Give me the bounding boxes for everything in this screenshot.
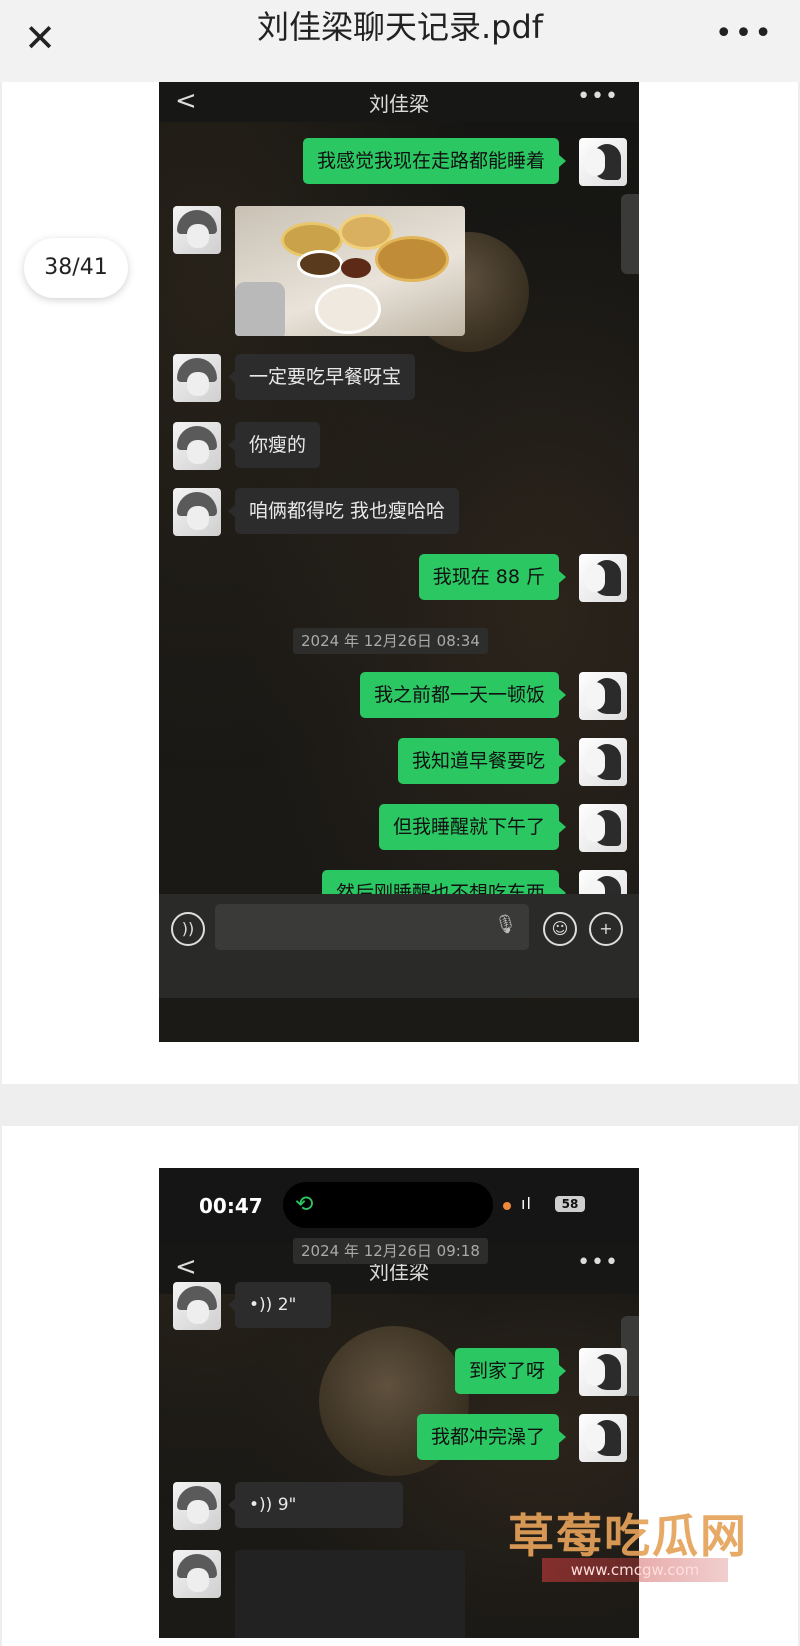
voice-message[interactable]: •)) 9" <box>228 1482 403 1528</box>
contact-avatar[interactable] <box>173 422 221 470</box>
message-bubble[interactable]: 我知道早餐要吃 <box>397 738 567 784</box>
my-avatar[interactable] <box>579 738 627 786</box>
my-avatar[interactable] <box>579 672 627 720</box>
message-bubble[interactable]: 咱俩都得吃 我也瘦哈哈 <box>227 488 460 534</box>
emoji-icon[interactable]: ☺ <box>543 912 577 946</box>
message-bubble[interactable]: 我都冲完澡了 <box>416 1414 567 1460</box>
status-time: 00:47 <box>199 1194 263 1218</box>
contact-avatar[interactable] <box>173 488 221 536</box>
contact-name: 刘佳梁 <box>369 92 429 116</box>
message-bubble[interactable]: 到家了呀 <box>454 1348 567 1394</box>
chat-header: < 刘佳梁 ••• <box>159 82 639 122</box>
message-bubble[interactable]: 我感觉我现在走路都能睡着 <box>302 138 567 184</box>
voice-toggle-icon[interactable]: )) <box>171 912 205 946</box>
scroll-handle[interactable] <box>621 194 639 274</box>
contact-avatar[interactable] <box>173 1550 221 1598</box>
more-icon[interactable]: ••• <box>577 84 619 109</box>
indicator-dot <box>503 1202 511 1210</box>
viewer-toolbar: ✕ 刘佳梁聊天记录.pdf ••• <box>0 0 800 82</box>
more-options-icon[interactable]: ••• <box>715 16 774 51</box>
my-avatar[interactable] <box>579 804 627 852</box>
message-bubble[interactable]: 我现在 88 斤 <box>418 554 567 600</box>
contact-avatar[interactable] <box>173 1282 221 1330</box>
watermark-url: www.cmcgw.com <box>542 1558 728 1582</box>
message-bubble[interactable]: 我之前都一天一顿饭 <box>359 672 567 718</box>
watermark-logo: 草莓吃瓜网 <box>508 1509 748 1563</box>
chat-input-bar: )) 🎙 ☺ + <box>159 894 639 998</box>
contact-avatar[interactable] <box>173 354 221 402</box>
battery-icon: 58 <box>555 1196 585 1212</box>
message-bubble[interactable]: 你瘦的 <box>227 422 321 468</box>
dynamic-island: ⟲ <box>283 1182 493 1228</box>
timestamp: 2024 年 12月26日 09:18 <box>293 1238 488 1264</box>
status-bar: 00:47 ⟲ ıl 58 <box>159 1168 639 1244</box>
my-avatar[interactable] <box>579 138 627 186</box>
chat-screenshot-1: < 刘佳梁 ••• 我感觉我现在走路都能睡着 一定要吃早餐呀宝 你瘦的 咱俩都得… <box>159 82 639 1042</box>
contact-avatar[interactable] <box>173 206 221 254</box>
document-title: 刘佳梁聊天记录.pdf <box>256 8 544 46</box>
message-bubble[interactable]: 一定要吃早餐呀宝 <box>227 354 416 400</box>
link-icon: ⟲ <box>295 1192 314 1217</box>
more-icon[interactable]: ••• <box>577 1250 619 1275</box>
microphone-icon[interactable]: 🎙 <box>494 914 517 935</box>
timestamp: 2024 年 12月26日 08:34 <box>293 628 488 654</box>
plus-icon[interactable]: + <box>589 912 623 946</box>
voice-message[interactable]: •)) 2" <box>228 1282 331 1328</box>
message-bubble[interactable]: 但我睡醒就下午了 <box>378 804 567 850</box>
message-input[interactable]: 🎙 <box>215 904 529 950</box>
page-indicator: 38/41 <box>24 238 128 298</box>
my-avatar[interactable] <box>579 554 627 602</box>
food-photo[interactable] <box>235 206 465 336</box>
my-avatar[interactable] <box>579 1414 627 1462</box>
photo-message[interactable] <box>235 1550 465 1638</box>
contact-avatar[interactable] <box>173 1482 221 1530</box>
signal-icon: ıl <box>521 1194 532 1213</box>
my-avatar[interactable] <box>579 1348 627 1396</box>
